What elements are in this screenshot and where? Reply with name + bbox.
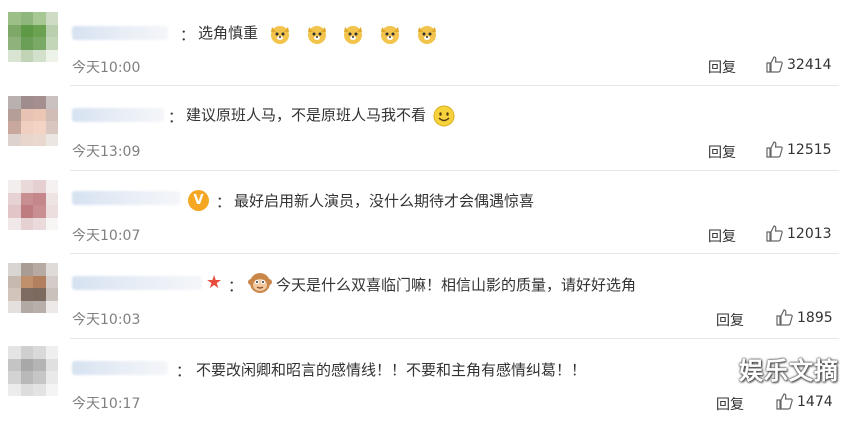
dog-face-emoji-icon [417, 25, 436, 44]
comment-text-content: 建议原班人马，不是原班人马我不看 [186, 106, 427, 124]
avatar[interactable] [8, 96, 58, 146]
thumbs-up-icon [766, 225, 783, 242]
reply-button[interactable]: 回复 [716, 310, 744, 330]
username[interactable] [72, 26, 168, 40]
like-button[interactable]: 1474 [776, 393, 833, 410]
smile-emoji-icon [433, 105, 455, 126]
dog-face-emoji-icon [270, 25, 289, 44]
thumbs-up-icon [776, 393, 793, 410]
comment-text: 今天是什么双喜临门嘛！相信山影的质量，请好好选角 [276, 276, 637, 294]
dog-face-emoji-icon [381, 25, 400, 44]
comment-time: 今天10:17 [72, 396, 141, 412]
like-count: 1895 [797, 309, 833, 326]
star-icon: ★ [206, 272, 223, 293]
like-button[interactable]: 1895 [776, 309, 833, 326]
verified-badge-icon: V [188, 190, 209, 211]
username[interactable] [72, 276, 202, 290]
watermark: 娱乐文摘 [739, 357, 839, 385]
comment-time: 今天10:03 [72, 312, 141, 328]
reply-button[interactable]: 回复 [708, 142, 736, 162]
avatar[interactable] [8, 12, 58, 62]
divider [70, 338, 839, 339]
like-button[interactable]: 12515 [766, 141, 832, 158]
avatar[interactable] [8, 346, 58, 396]
avatar[interactable] [8, 263, 58, 313]
avatar[interactable] [8, 180, 58, 230]
colon: ： [228, 277, 244, 295]
thumbs-up-icon [766, 56, 783, 73]
divider [70, 170, 839, 171]
reply-button[interactable]: 回复 [708, 226, 736, 246]
dog-face-emoji-icon [344, 25, 363, 44]
colon: ： [168, 108, 184, 126]
comment-text: 建议原班人马，不是原班人马我不看 [186, 104, 455, 127]
divider [70, 85, 839, 86]
colon: ： [176, 362, 192, 380]
dog-face-emoji-icon [307, 25, 326, 44]
monkey-emoji-icon [248, 273, 272, 293]
comment-time: 今天10:00 [72, 60, 141, 76]
thumbs-up-icon [776, 309, 793, 326]
dog-emoji-row [267, 24, 438, 44]
thumbs-up-icon [766, 141, 783, 158]
comment-time: 今天10:07 [72, 228, 141, 244]
username[interactable] [72, 108, 164, 122]
comment-text: 选角慎重 [198, 22, 438, 45]
colon: ： [216, 193, 232, 211]
reply-button[interactable]: 回复 [716, 394, 744, 414]
colon: ： [180, 26, 196, 44]
comment-text: 最好启用新人演员，没什么期待才会偶遇惊喜 [234, 192, 535, 210]
comment-text-content: 选角慎重 [198, 24, 259, 42]
comment-time: 今天13:09 [72, 144, 141, 160]
username[interactable] [72, 361, 168, 375]
username[interactable] [72, 191, 180, 205]
like-button[interactable]: 32414 [766, 56, 832, 73]
like-count: 1474 [797, 393, 833, 410]
comment-text: 不要改闲卿和昭言的感情线！！不要和主角有感情纠葛！！ [196, 361, 587, 379]
divider [70, 253, 839, 254]
reply-button[interactable]: 回复 [708, 57, 736, 77]
like-button[interactable]: 12013 [766, 225, 832, 242]
like-count: 12013 [787, 225, 832, 242]
like-count: 12515 [787, 141, 832, 158]
like-count: 32414 [787, 56, 832, 73]
